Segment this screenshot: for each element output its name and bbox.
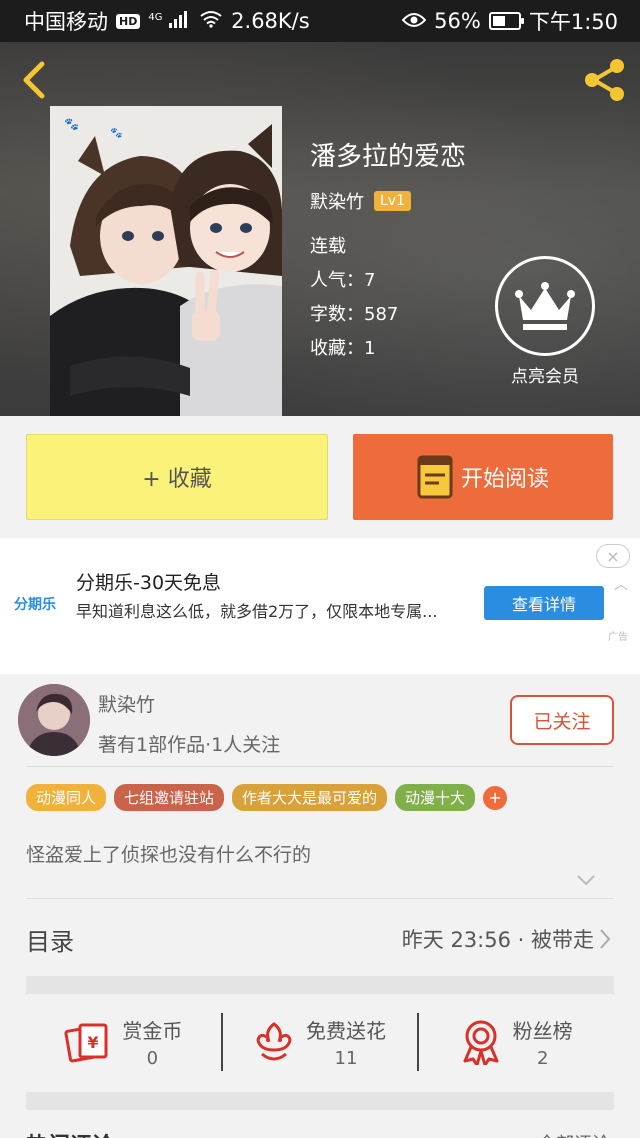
tag-chip[interactable]: 动漫十大 bbox=[395, 784, 476, 811]
stat-value: 0 bbox=[146, 1048, 159, 1069]
network-type: 4G bbox=[148, 12, 163, 23]
share-button[interactable] bbox=[582, 58, 628, 102]
stats-row: ¥ 赏金币 0 免费送花 11 粉丝榜 2 bbox=[26, 994, 614, 1090]
back-arrow-icon bbox=[23, 61, 45, 99]
ad-banner[interactable]: × ︿ 分期乐 分期乐-30天免息 早知道利息这么低，就多借2万了，仅限本地专属… bbox=[0, 538, 640, 674]
stat-value: 11 bbox=[334, 1048, 358, 1069]
avatar[interactable] bbox=[18, 684, 90, 756]
ad-tag: 广告 bbox=[608, 632, 628, 643]
book-word-count: 字数：587 bbox=[310, 304, 399, 325]
battery-icon bbox=[488, 12, 524, 30]
book-title: 潘多拉的爱恋 bbox=[310, 142, 467, 172]
author-profile-name[interactable]: 默染竹 bbox=[98, 690, 155, 717]
back-button[interactable] bbox=[16, 60, 52, 100]
stat-value: 2 bbox=[536, 1048, 549, 1069]
hot-comments-title: 热门评论 bbox=[26, 1128, 114, 1138]
divider bbox=[26, 766, 614, 767]
book-cover[interactable]: 🐾 🐾 🐾 🐾 bbox=[50, 106, 282, 416]
book-header: 🐾 🐾 🐾 🐾 潘多拉的爱恋 默染竹 bbox=[0, 42, 640, 416]
send-flower-button[interactable]: 免费送花 11 bbox=[223, 994, 418, 1090]
reward-coins-button[interactable]: ¥ 赏金币 0 bbox=[26, 994, 221, 1090]
chevron-down-icon bbox=[577, 875, 595, 886]
crown-icon bbox=[495, 256, 595, 356]
book-favorites: 收藏：1 bbox=[310, 338, 376, 359]
follow-button[interactable]: 已关注 bbox=[510, 695, 614, 745]
book-status: 连载 bbox=[310, 236, 346, 257]
tag-list: 动漫同人 七组邀请驻站 作者大大是最可爱的 动漫十大 + bbox=[26, 784, 508, 811]
chevron-right-icon bbox=[600, 929, 611, 949]
vip-button[interactable]: 点亮会员 bbox=[494, 256, 596, 387]
section-divider bbox=[26, 1092, 614, 1110]
red-envelope-icon: ¥ bbox=[64, 1023, 108, 1063]
ad-title: 分期乐-30天免息 bbox=[76, 572, 222, 594]
ad-description: 早知道利息这么低，就多借2万了，仅限本地专属... bbox=[76, 602, 438, 621]
status-bar: 中国移动 HD 4G 2.68K/s 56% 下午1:50 bbox=[0, 0, 640, 42]
action-bar: + 收藏 开始阅读 bbox=[0, 416, 640, 538]
author-stats: 著有1部作品·1人关注 bbox=[98, 734, 281, 756]
author-name[interactable]: 默染竹 bbox=[310, 188, 364, 214]
fan-ranking-button[interactable]: 粉丝榜 2 bbox=[419, 994, 614, 1090]
stat-label: 免费送花 bbox=[306, 1019, 386, 1043]
ad-details-button[interactable]: 查看详情 bbox=[484, 586, 604, 620]
catalog-update: 昨天 23:56 · 被带走 bbox=[401, 928, 594, 952]
start-reading-label: 开始阅读 bbox=[460, 467, 549, 492]
author-row[interactable]: 默染竹 Lv1 bbox=[310, 188, 411, 214]
share-icon bbox=[585, 59, 624, 101]
ad-close-button[interactable]: × bbox=[596, 544, 630, 568]
clock: 下午1:50 bbox=[528, 10, 618, 34]
tag-chip[interactable]: 作者大大是最可爱的 bbox=[232, 784, 388, 811]
hd-badge: HD bbox=[116, 13, 141, 29]
catalog-row[interactable]: 目录 昨天 23:56 · 被带走 bbox=[26, 898, 614, 978]
stat-label: 赏金币 bbox=[122, 1019, 183, 1043]
svg-text:¥: ¥ bbox=[88, 1033, 99, 1052]
stat-label: 粉丝榜 bbox=[512, 1019, 573, 1043]
carrier-name: 中国移动 bbox=[24, 10, 108, 34]
book-icon bbox=[417, 455, 453, 499]
expand-description-button[interactable] bbox=[576, 872, 596, 886]
section-divider bbox=[26, 976, 614, 994]
svg-text:🐾: 🐾 bbox=[64, 117, 79, 131]
author-level-badge: Lv1 bbox=[374, 191, 411, 211]
ad-logo: 分期乐 bbox=[14, 597, 56, 613]
signal-icon: 4G bbox=[148, 9, 191, 33]
collect-button[interactable]: + 收藏 bbox=[26, 434, 328, 520]
vip-label: 点亮会员 bbox=[511, 367, 579, 387]
eye-icon bbox=[401, 9, 427, 33]
book-popularity: 人气：7 bbox=[310, 270, 376, 291]
cover-illustration: 🐾 🐾 🐾 🐾 bbox=[50, 106, 282, 416]
flower-icon bbox=[256, 1022, 292, 1061]
ad-collapse-icon[interactable]: ︿ bbox=[614, 574, 628, 594]
svg-text:🐾: 🐾 bbox=[110, 127, 122, 139]
add-tag-button[interactable]: + bbox=[483, 785, 508, 810]
tag-chip[interactable]: 七组邀请驻站 bbox=[114, 784, 225, 811]
start-reading-button[interactable]: 开始阅读 bbox=[353, 434, 613, 520]
wifi-icon bbox=[199, 9, 223, 33]
book-description: 怪盗爱上了侦探也没有什么不行的 bbox=[26, 844, 312, 866]
tag-chip[interactable]: 动漫同人 bbox=[26, 784, 107, 811]
all-comments-link[interactable]: 全部评论 bbox=[538, 1130, 610, 1138]
catalog-title: 目录 bbox=[26, 928, 74, 956]
battery-percent: 56% bbox=[434, 9, 481, 33]
network-speed: 2.68K/s bbox=[231, 9, 310, 33]
medal-icon bbox=[463, 1020, 499, 1065]
